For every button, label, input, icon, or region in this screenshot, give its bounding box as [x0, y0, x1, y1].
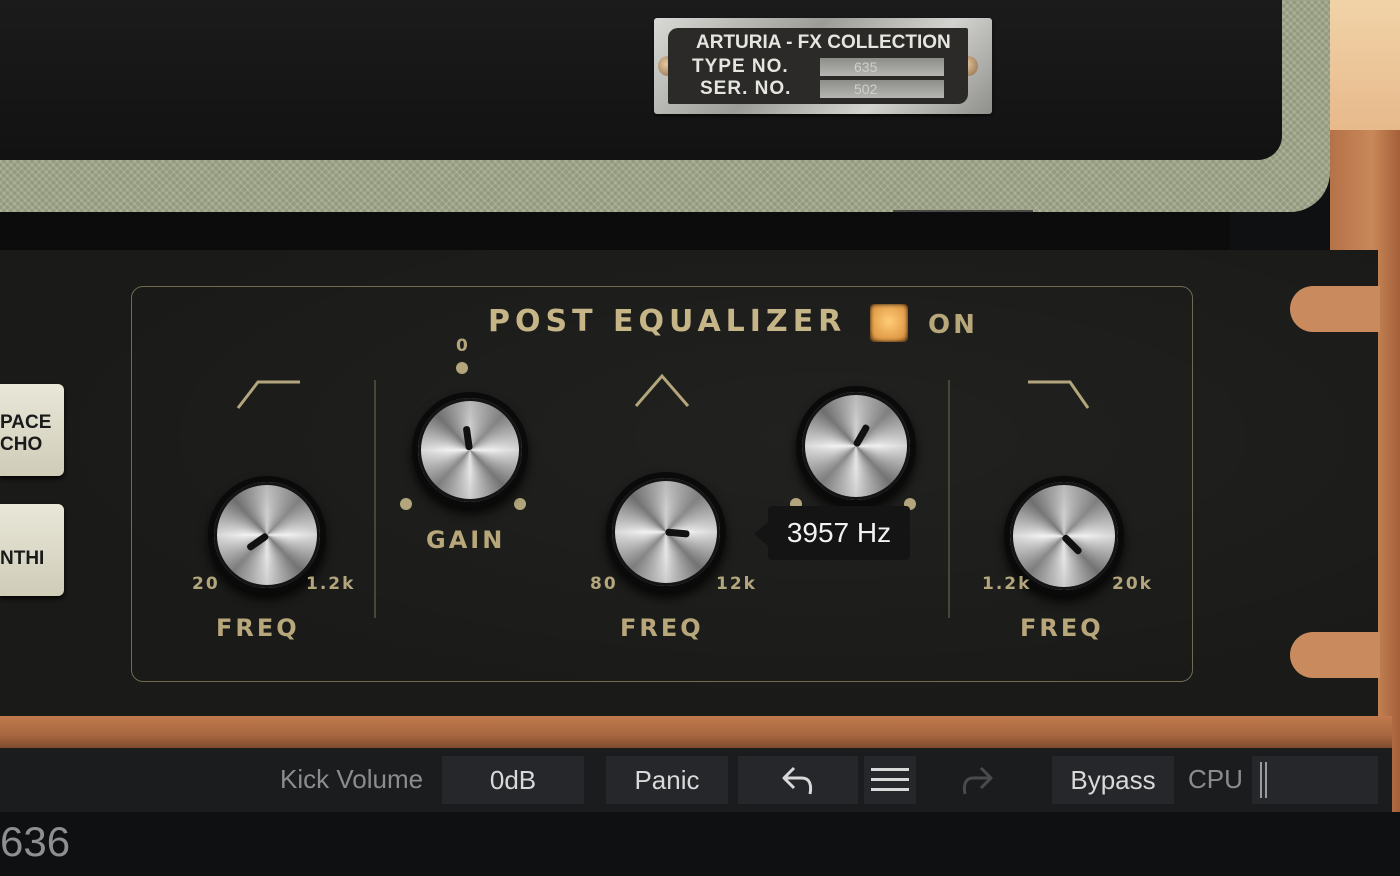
section-divider [948, 380, 950, 618]
post-eq-power-button[interactable] [870, 304, 908, 342]
menu-icon [871, 768, 909, 791]
rack-ear-notch [1290, 286, 1380, 332]
mid-freq-max-label: 12k [716, 574, 757, 594]
background-wall [1330, 0, 1400, 130]
synthi-button[interactable]: NTHI [0, 504, 64, 596]
amp-head-face [0, 0, 1282, 160]
low-shelf-icon [236, 380, 300, 409]
low-freq-min-label: 20 [192, 574, 220, 594]
high-freq-min-label: 1.2k [982, 574, 1032, 594]
knob-pointer [245, 532, 270, 552]
cpu-label: CPU [1188, 764, 1243, 794]
redo-button[interactable] [922, 756, 1032, 804]
knob-pointer [1061, 533, 1083, 556]
undo-icon [782, 766, 813, 795]
kick-volume-label: Kick Volume [280, 764, 424, 794]
cpu-meter [1252, 756, 1378, 804]
space-echo-label-2: CHO [0, 434, 43, 455]
gain-center-dot [456, 362, 468, 374]
peak-icon [634, 373, 690, 407]
wood-base [0, 716, 1392, 748]
low-freq-knob[interactable] [214, 482, 320, 588]
panic-button[interactable]: Panic [606, 756, 728, 804]
mid-freq-min-label: 80 [590, 574, 618, 594]
post-equalizer-title: POST EQUALIZER [488, 304, 847, 339]
kick-volume-field[interactable]: 0dB [442, 756, 584, 804]
gain-label: GAIN [426, 526, 506, 554]
space-echo-label-1: PACE [0, 412, 52, 433]
knob-pointer [665, 528, 690, 538]
knob-pointer [852, 423, 871, 448]
post-eq-on-label: ON [928, 310, 978, 340]
low-freq-label: FREQ [216, 614, 300, 642]
cpu-meter-bar [1265, 762, 1267, 798]
mid-freq-knob[interactable] [612, 478, 720, 586]
gain-max-dot [514, 498, 526, 510]
tooltip-arrow [754, 522, 768, 546]
bypass-button[interactable]: Bypass [1052, 756, 1174, 804]
ser-no-label: SER. NO. [700, 78, 792, 99]
rack-gap [0, 212, 1230, 252]
undo-button[interactable] [738, 756, 858, 804]
synthi-label: NTHI [0, 548, 45, 569]
cpu-meter-bar [1260, 762, 1262, 798]
mid-freq-label: FREQ [620, 614, 704, 642]
high-shelf-icon [1028, 380, 1090, 409]
serial-plate: ARTURIA - FX COLLECTION TYPE NO. 635 SER… [654, 18, 992, 114]
ser-no-value: 502 [820, 80, 944, 98]
mid-q-knob[interactable] [802, 392, 910, 500]
high-freq-max-label: 20k [1112, 574, 1153, 594]
plate-inner: ARTURIA - FX COLLECTION TYPE NO. 635 SER… [668, 28, 968, 104]
high-freq-label: FREQ [1020, 614, 1104, 642]
rack-ear-notch [1290, 632, 1380, 678]
gain-center-label: 0 [456, 336, 470, 356]
status-bar [0, 812, 1400, 876]
frequency-tooltip: 3957 Hz [768, 506, 910, 560]
space-echo-button[interactable]: PACE CHO [0, 384, 64, 476]
gain-knob[interactable] [418, 398, 522, 502]
knob-pointer [462, 425, 473, 451]
menu-button[interactable] [864, 756, 916, 804]
section-divider [374, 380, 376, 618]
low-freq-max-label: 1.2k [306, 574, 356, 594]
redo-icon [962, 766, 993, 795]
type-no-label: TYPE NO. [692, 56, 789, 77]
gain-min-dot [400, 498, 412, 510]
status-text: 636 [0, 818, 71, 865]
plate-title: ARTURIA - FX COLLECTION [696, 32, 951, 53]
type-no-value: 635 [820, 58, 944, 76]
